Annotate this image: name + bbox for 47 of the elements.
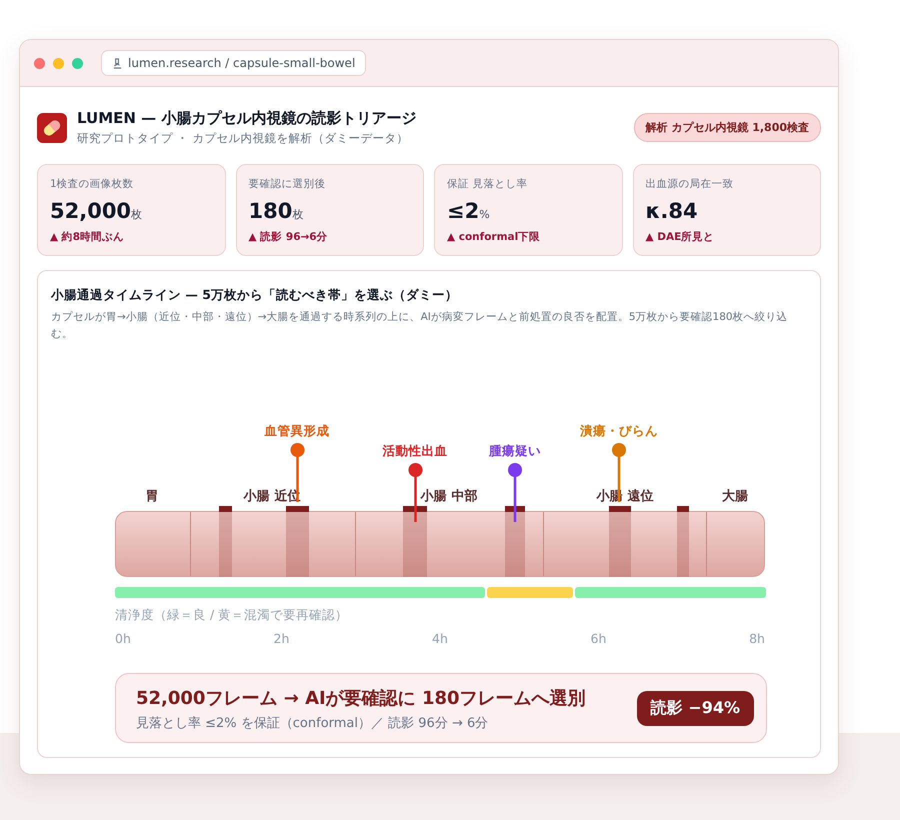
dataset-badge: 解析 カプセル内視鏡 1,800検査 [634,113,821,142]
time-tick-label: 8h [749,630,765,646]
summary-subtitle: 見落とし率 ≤2% を保証（conformal）／ 読影 96分 → 6分 [136,714,490,732]
stat-note: ▲ 約8時間ぶん [50,230,126,244]
time-tick-label: 2h [274,630,290,646]
frame-band [286,506,309,577]
lesion-pin[interactable] [507,462,523,522]
address-bar[interactable]: lumen.research / capsule-small-bowel [101,50,366,76]
frame-band [403,506,427,577]
time-tick-label: 4h [432,630,448,646]
stat-value: 180 [248,199,292,223]
stat-label: 保証 見落とし率 [447,177,528,191]
frame-band [609,506,631,577]
frame-band [505,506,525,577]
lesion-label: 腫瘍疑い [489,442,541,460]
microscope-icon [112,58,123,68]
lesion-label: 潰瘍・びらん [580,422,658,440]
stat-unit: % [479,208,490,221]
stat-label: 出血源の局在一致 [646,177,734,191]
reduction-badge: 読影 −94% [636,691,754,726]
frame-band [219,506,232,577]
stat-note: ▲ DAE所見と [646,230,716,244]
url-text: lumen.research / capsule-small-bowel [128,56,356,70]
frame-band [677,506,689,577]
stat-unit: 枚 [292,208,304,221]
stat-value: κ.84 [646,199,698,223]
time-tick-label: 0h [115,630,131,646]
stat-unit: 枚 [131,208,142,221]
stat-label: 要確認に選別後 [248,177,326,191]
cleanliness-caption: 清浄度（緑＝良 / 黄＝混濁で要再確認） [115,606,348,624]
segment-label: 小腸 中部 [420,488,478,505]
stat-value: ≤2 [447,199,480,223]
app-subtitle: 研究プロトタイプ ・ カプセル内視鏡を解析（ダミーデータ） [77,131,410,146]
timeline-title: 小腸通過タイムライン — 5万枚から「読むべき帯」を選ぶ（ダミー） [51,287,459,304]
capsule-logo-icon [37,112,67,142]
time-tick-label: 6h [590,630,606,646]
segment-label: 大腸 [722,488,748,505]
app-title: LUMEN — 小腸カプセル内視鏡の読影トリアージ [77,109,418,128]
stat-note: ▲ conformal下限 [447,230,542,244]
lesion-label: 血管異形成 [264,422,330,440]
stat-note: ▲ 読影 96→6分 [248,230,329,244]
stat-value: 52,000 [50,199,132,223]
summary-title: 52,000フレーム → AIが要確認に 180フレームへ選別 [136,686,587,710]
segment-label: 胃 [146,488,158,505]
timeline-description: カプセルが胃→小腸（近位・中部・遠位）→大腸を通過する時系列の上に、AIが病変フレームと前処置の良否を配置。5万枚から要確認180枚へ絞り込む。 [51,310,789,342]
stat-label: 1検査の画像枚数 [50,177,135,191]
lesion-label: 活動性出血 [382,442,448,460]
